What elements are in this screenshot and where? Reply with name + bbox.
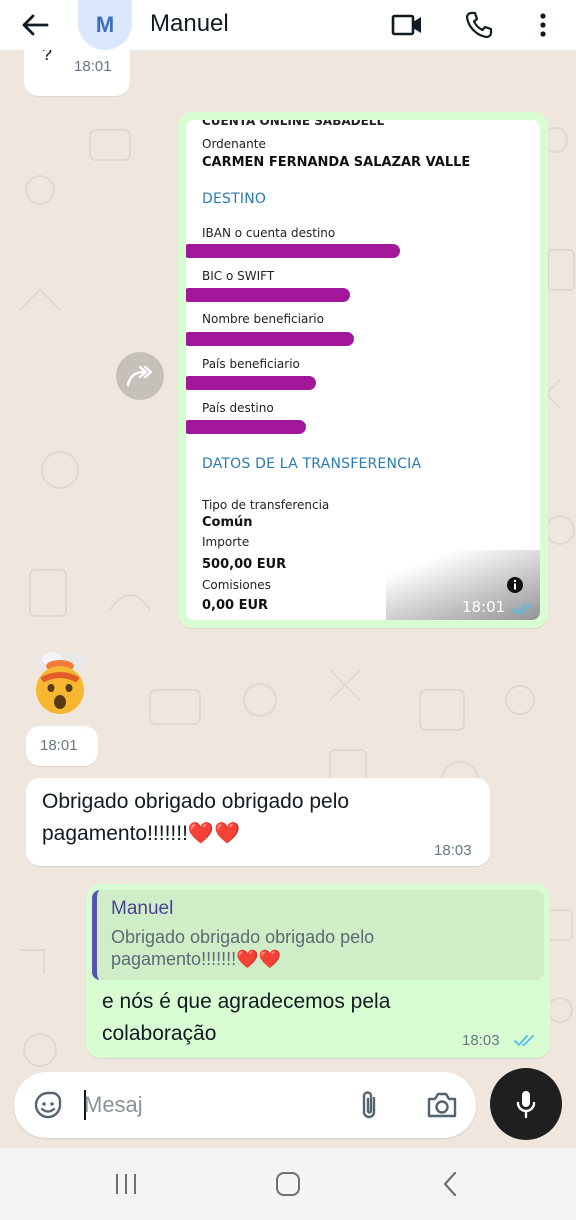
arrow-left-icon (22, 14, 49, 36)
more-options-button[interactable] (526, 8, 560, 42)
receipt-tipo-label: Tipo de transferencia (202, 498, 330, 512)
quote-text: Obrigado obrigado obrigado pelo pagament… (111, 927, 375, 969)
message-text: ? (42, 50, 53, 64)
video-camera-icon (391, 14, 421, 36)
forward-arrow-icon (126, 365, 153, 387)
receipt-importe-value: 500,00 EUR (202, 557, 287, 572)
video-call-button[interactable] (390, 8, 424, 42)
receipt-pais-destino-label: País destino (202, 401, 274, 415)
receipt-tipo-value: Común (202, 515, 253, 530)
redaction-scribble (186, 244, 400, 258)
receipt-ordenante-label: Ordenante (202, 137, 266, 151)
message-time: 18:01 (462, 598, 506, 616)
chevron-left-icon (443, 1171, 457, 1197)
quoted-message[interactable]: Manuel Obrigado obrigado obrigado pelo p… (92, 890, 544, 980)
chat-area[interactable]: ? 18:01 CUENTA ONLINE SABADELL Ordenante… (0, 50, 576, 1148)
receipt-iban-label: IBAN o cuenta destino (202, 226, 336, 240)
voice-call-button[interactable] (462, 8, 496, 42)
info-icon[interactable] (506, 576, 524, 594)
home-icon (276, 1172, 300, 1196)
receipt-pais-beneficiario-label: País beneficiario (202, 357, 300, 371)
recent-apps-icon (116, 1174, 136, 1194)
more-vertical-icon (540, 13, 546, 37)
redaction-scribble (186, 288, 350, 302)
contact-name[interactable]: Manuel (150, 10, 229, 38)
phone-icon (465, 11, 493, 39)
message-time: 18:03 (462, 1032, 500, 1049)
home-button[interactable] (268, 1166, 308, 1202)
back-button[interactable] (18, 8, 52, 42)
double-check-icon (512, 603, 532, 614)
double-check-icon (514, 1035, 534, 1046)
redaction-scribble (186, 332, 354, 346)
receipt-destino-section: DESTINO (202, 191, 267, 207)
paperclip-icon[interactable] (358, 1088, 380, 1122)
message-time: 18:01 (74, 58, 112, 75)
message-composer (14, 1072, 476, 1138)
nav-back-button[interactable] (430, 1166, 470, 1202)
exploding-head-emoji[interactable] (30, 650, 90, 716)
message-time: 18:01 (40, 737, 78, 754)
redaction-scribble (186, 420, 306, 434)
chat-header: M Manuel (0, 0, 576, 50)
receipt-importe-label: Importe (202, 535, 250, 549)
recent-apps-button[interactable] (106, 1166, 146, 1202)
message-text: e nós é que agradecemos pela colaboração (102, 990, 391, 1045)
receipt-ordenante-value: CARMEN FERNANDA SALAZAR VALLE (202, 155, 471, 170)
forward-button[interactable] (116, 352, 164, 400)
receipt-beneficiario-label: Nombre beneficiario (202, 312, 324, 326)
receipt-bic-label: BIC o SWIFT (202, 269, 275, 283)
message-bubble-incoming[interactable]: Obrigado obrigado obrigado pelo pagament… (26, 778, 490, 866)
sticker-icon[interactable] (32, 1089, 64, 1121)
message-bubble-incoming[interactable]: 18:01 (26, 726, 98, 766)
receipt-comisiones-value: 0,00 EUR (202, 598, 269, 613)
voice-message-button[interactable] (490, 1068, 562, 1140)
message-input[interactable] (84, 1086, 334, 1124)
transfer-receipt-image[interactable]: CUENTA ONLINE SABADELL Ordenante CARMEN … (186, 120, 540, 620)
camera-icon[interactable] (426, 1091, 458, 1119)
redaction-scribble (186, 376, 316, 390)
microphone-icon (516, 1091, 536, 1119)
system-nav-bar (0, 1148, 576, 1220)
receipt-datos-section: DATOS DE LA TRANSFERENCIA (202, 456, 422, 472)
message-bubble-incoming[interactable]: ? 18:01 (24, 50, 130, 96)
receipt-comisiones-label: Comisiones (202, 578, 271, 592)
message-text: Obrigado obrigado obrigado pelo pagament… (42, 790, 350, 845)
quote-author: Manuel (111, 898, 174, 919)
receipt-bank-header: CUENTA ONLINE SABADELL (202, 120, 385, 128)
message-time: 18:03 (434, 842, 472, 859)
avatar[interactable]: M (78, 0, 132, 50)
